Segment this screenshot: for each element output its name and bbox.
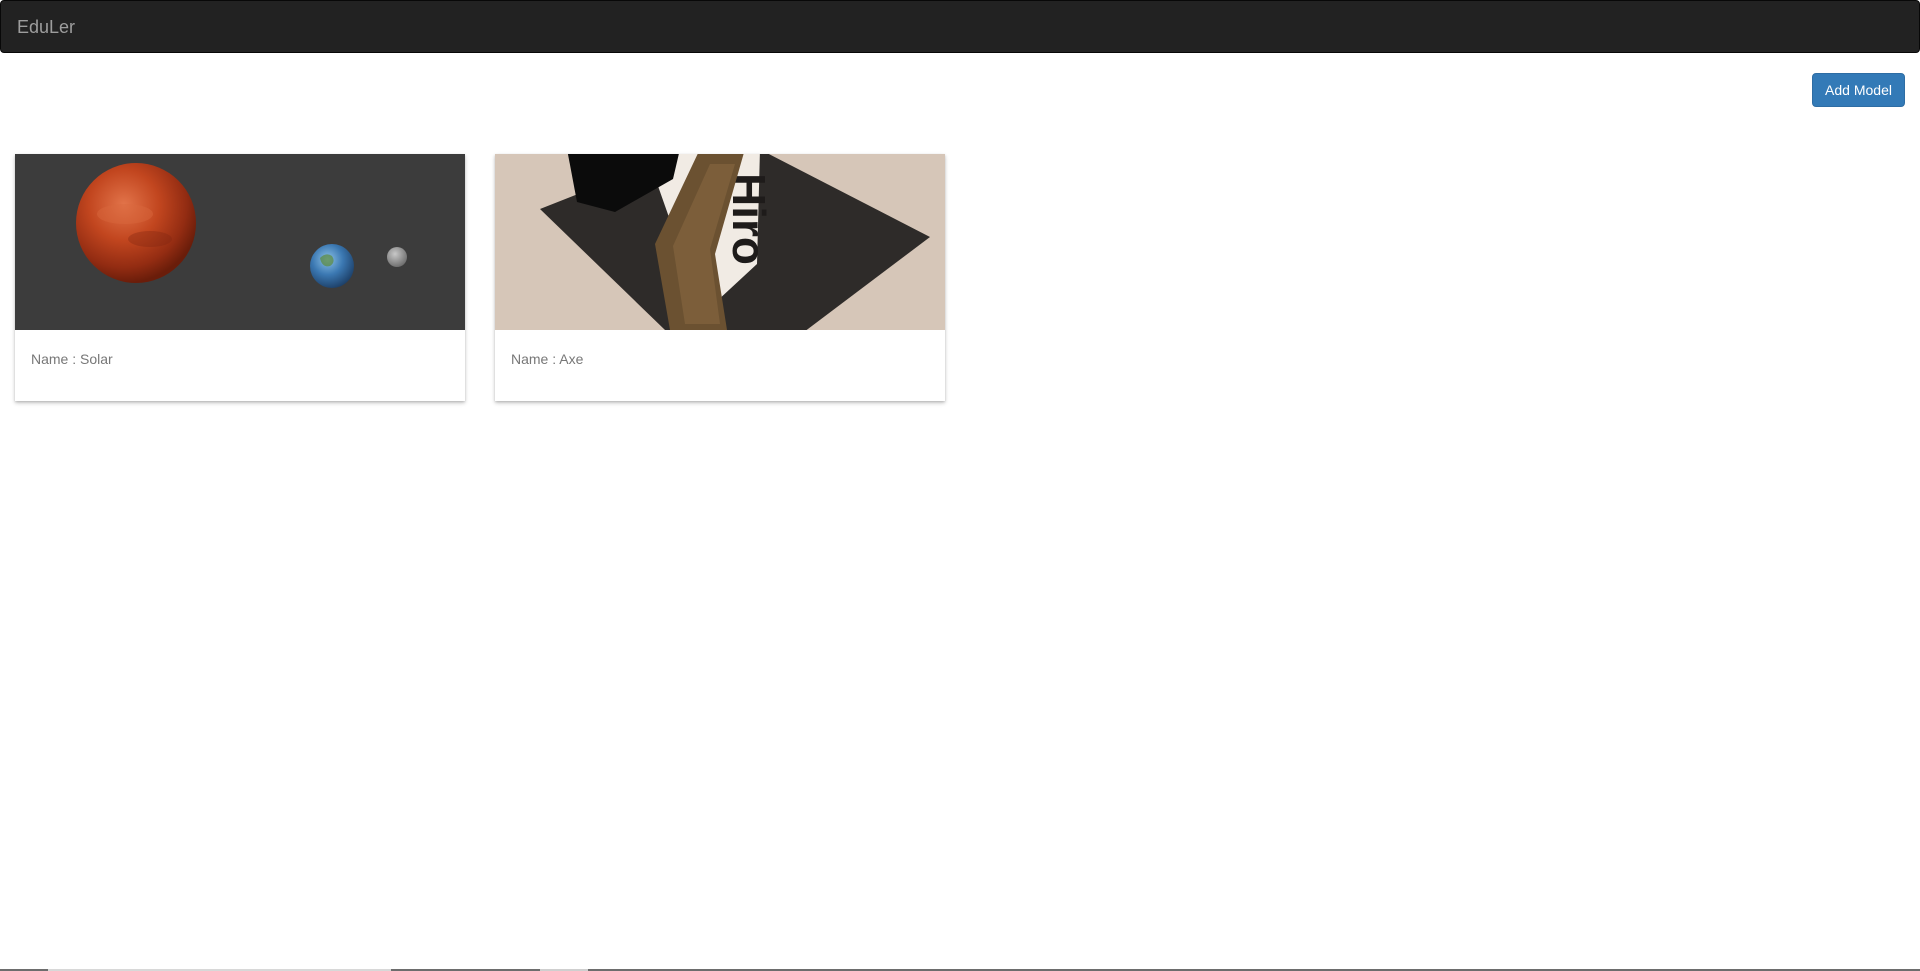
brand-logo-link[interactable]: EduLer: [17, 17, 75, 37]
model-name-label: Name : Axe: [511, 351, 584, 367]
model-card-axe[interactable]: Hiro Name : Axe: [495, 154, 945, 401]
earth-planet-icon: [310, 244, 354, 288]
top-navbar: EduLer: [0, 0, 1920, 53]
model-card-solar[interactable]: Name : Solar: [15, 154, 465, 401]
model-name-label: Name : Solar: [31, 351, 113, 367]
model-thumbnail-axe: Hiro: [495, 154, 945, 330]
model-thumbnail-solar: [15, 154, 465, 330]
moon-icon: [387, 247, 407, 267]
add-model-button[interactable]: Add Model: [1812, 73, 1905, 107]
